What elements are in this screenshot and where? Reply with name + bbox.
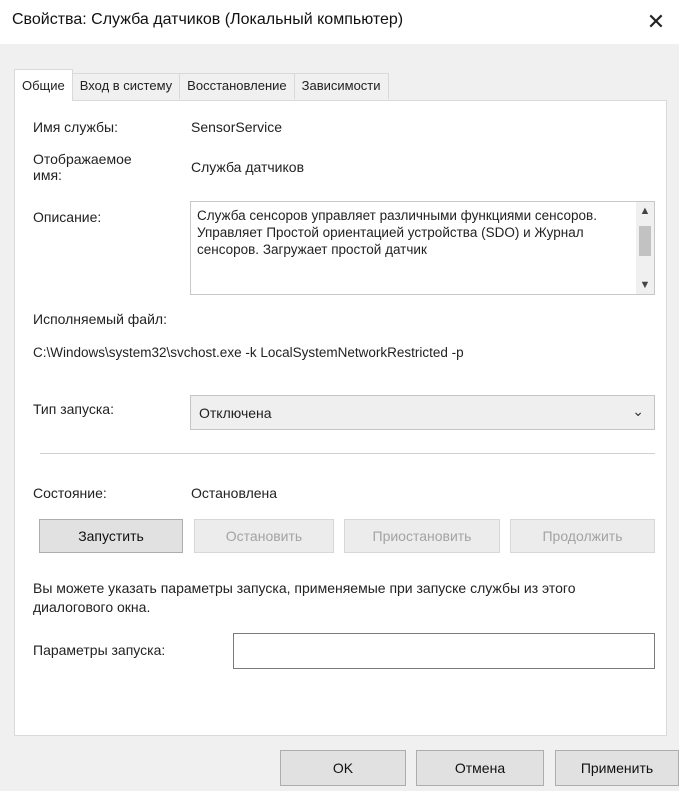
startup-type-select[interactable]: Отключена ⌄ [190,395,655,430]
description-box[interactable]: Служба сенсоров управляет различными фун… [190,201,655,295]
ok-button[interactable]: OK [280,750,406,786]
status-label: Состояние: [33,485,107,501]
startup-type-value: Отключена [199,405,272,421]
service-name-label: Имя службы: [33,119,118,135]
display-name-value: Служба датчиков [191,159,305,175]
scroll-up-icon[interactable]: ▲ [636,202,654,220]
startup-type-label: Тип запуска: [33,401,114,417]
start-params-label: Параметры запуска: [33,642,166,658]
scroll-down-icon[interactable]: ▼ [636,276,654,294]
display-name-label-line1: Отображаемое [33,151,132,167]
executable-path: C:\Windows\system32\svchost.exe -k Local… [33,345,464,360]
executable-label: Исполняемый файл: [33,311,167,327]
resume-button[interactable]: Продолжить [510,519,655,553]
start-params-input[interactable] [233,633,655,669]
close-icon: ✕ [646,9,666,34]
start-button[interactable]: Запустить [39,519,183,553]
chevron-down-icon: ⌄ [632,403,644,419]
separator [40,453,655,454]
tab-recovery[interactable]: Восстановление [179,73,295,99]
tab-strip: Общие Вход в систему Восстановление Зави… [14,69,389,101]
display-name-label-line2: имя: [33,167,62,183]
close-button[interactable]: ✕ [633,0,679,44]
scroll-thumb[interactable] [639,226,651,256]
tab-logon[interactable]: Вход в систему [71,73,181,99]
dialog-body: Общие Вход в систему Восстановление Зави… [0,44,679,791]
pause-button[interactable]: Приостановить [344,519,500,553]
start-params-hint: Вы можете указать параметры запуска, при… [33,580,576,615]
stop-button[interactable]: Остановить [194,519,334,553]
tab-dependencies[interactable]: Зависимости [293,73,389,99]
general-tab-panel: Имя службы: SensorService Отображаемое и… [14,100,667,736]
title-bar: Свойства: Служба датчиков (Локальный ком… [0,0,679,44]
status-value: Остановлена [191,485,278,501]
tab-general[interactable]: Общие [14,69,73,101]
cancel-button[interactable]: Отмена [416,750,544,786]
description-scrollbar[interactable]: ▲ ▼ [636,202,654,294]
description-label: Описание: [33,209,102,225]
apply-button[interactable]: Применить [555,750,679,786]
description-text: Служба сенсоров управляет различными фун… [197,208,597,257]
window-title: Свойства: Служба датчиков (Локальный ком… [12,11,404,28]
service-name-value: SensorService [191,119,283,135]
